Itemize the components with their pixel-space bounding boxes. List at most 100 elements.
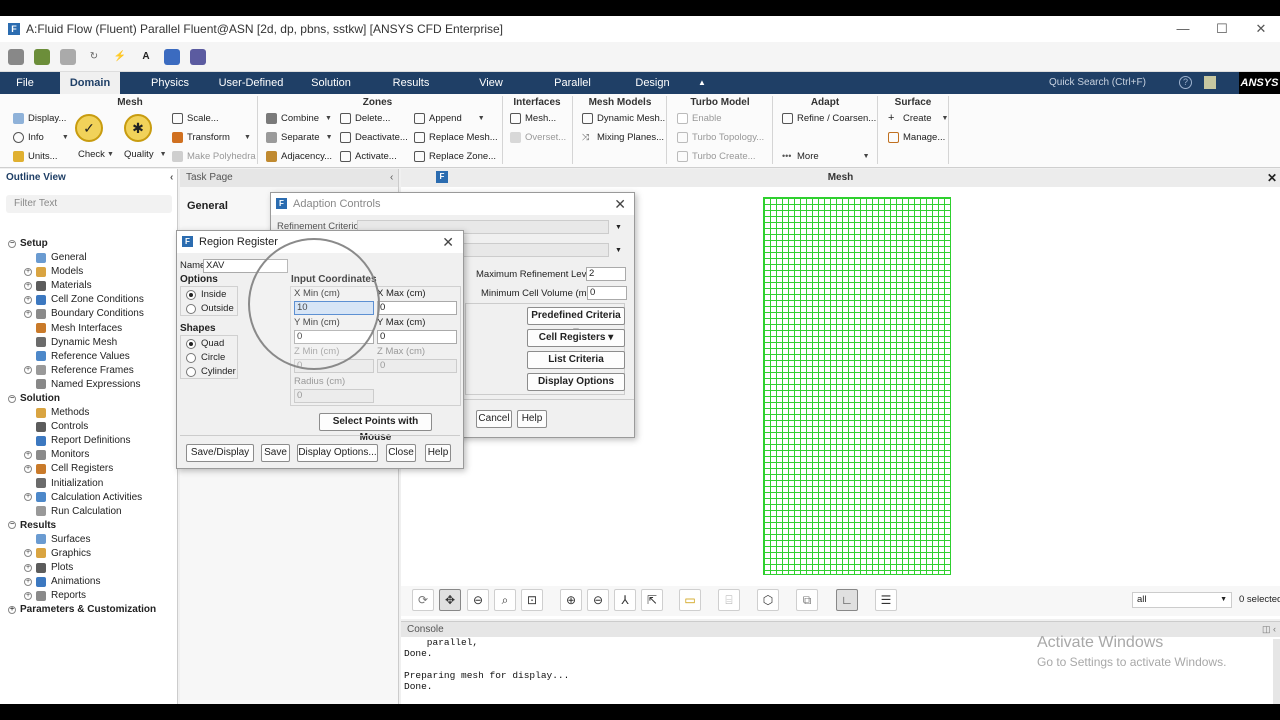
expand-icon[interactable]: + [24,464,32,473]
layout-icon[interactable] [164,49,180,65]
outline-item-graphics[interactable]: + Graphics [0,547,91,560]
save-display-button[interactable]: Save/Display [186,444,254,462]
display-options-button[interactable]: Display Options... [297,444,378,462]
outline-item-general[interactable]: General [0,251,87,264]
mesh-transform-button[interactable]: Transform ▼ [172,132,251,143]
save-case-icon[interactable] [34,49,50,65]
outline-item-parameters-customization[interactable]: + Parameters & Customization [0,603,156,616]
quality-icon[interactable]: ✱ [124,114,152,142]
zoom-in-icon[interactable]: ⊕ [560,589,582,611]
outline-item-reference-frames[interactable]: + Reference Frames [0,364,134,377]
dynamic-mesh-button[interactable]: Dynamic Mesh... [582,113,668,124]
help-icon[interactable]: ? [1179,76,1192,89]
replace-zone-button[interactable]: Replace Zone... [414,151,496,162]
deactivate-button[interactable]: Deactivate... [340,132,408,143]
mesh-grid[interactable] [763,197,951,575]
surface-create-button[interactable]: + Create ▼ [888,113,948,125]
outside-radio[interactable] [186,304,196,314]
max-refinement-level-input[interactable]: 2 [586,267,626,281]
mesh-display-button[interactable]: Display... [13,113,66,124]
outline-item-setup[interactable]: − Setup [0,237,48,250]
outline-item-reference-values[interactable]: Reference Values [0,350,130,363]
annotate-icon[interactable]: ☰ [875,589,897,611]
turbo-create-button[interactable]: Turbo Create... [677,151,756,162]
clip-icon[interactable]: ⌸ [718,589,740,611]
radius-input[interactable]: 0 [294,389,374,403]
menu-view[interactable]: View [468,72,514,94]
collapse-icon[interactable]: − [8,521,16,530]
replace-mesh-button[interactable]: Replace Mesh... [414,132,498,143]
collapse-panel-icon[interactable]: ‹ [170,169,173,187]
separate-button[interactable]: Separate ▼ [266,132,333,143]
reload-icon[interactable]: ↻ [86,49,102,65]
overset-button[interactable]: Overset... [510,132,566,143]
turbo-topology-button[interactable]: Turbo Topology... [677,132,764,143]
combine-button[interactable]: Combine ▼ [266,113,332,124]
axes-icon[interactable]: ⅄ [614,589,636,611]
outline-item-models[interactable]: + Models [0,265,83,278]
list-criteria-button[interactable]: List Criteria [527,351,625,369]
adjacency-button[interactable]: Adjacency... [266,151,332,162]
outline-item-monitors[interactable]: + Monitors [0,448,89,461]
help-button[interactable]: Help [517,410,547,428]
outline-item-solution[interactable]: − Solution [0,392,60,405]
selection-filter-select[interactable]: all ▼ [1132,592,1232,608]
save-data-icon[interactable] [60,49,76,65]
cancel-button[interactable]: Cancel [476,410,512,428]
mesh-units-button[interactable]: Units... [13,151,58,162]
close-graphics-icon[interactable]: ✕ [1267,169,1277,187]
expand-icon[interactable]: + [24,281,32,290]
menu-solution[interactable]: Solution [300,72,362,94]
workbench-icon[interactable] [190,49,206,65]
activate-button[interactable]: Activate... [340,151,397,162]
chevron-down-icon[interactable]: ▼ [615,247,622,254]
expand-icon[interactable]: + [24,563,32,572]
select-points-with-mouse-button[interactable]: Select Points with Mouse [319,413,432,443]
refine-coarsen-button[interactable]: Refine / Coarsen... [782,113,876,124]
expand-icon[interactable]: + [24,267,32,276]
outline-item-initialization[interactable]: Initialization [0,477,103,490]
collapse-task-page-icon[interactable]: ‹ [390,169,393,187]
min-cell-volume-input[interactable]: 0 [587,286,627,300]
check-icon[interactable]: ✓ [75,114,103,142]
menu-file[interactable]: File [0,72,50,94]
outline-item-dynamic-mesh[interactable]: Dynamic Mesh [0,336,117,349]
maximize-icon[interactable]: ☐ [1202,16,1242,42]
expand-icon[interactable]: + [24,577,32,586]
console-scrollbar[interactable] [1273,639,1280,704]
menu-design[interactable]: Design [625,72,680,94]
outline-item-results[interactable]: − Results [0,519,56,532]
open-icon[interactable] [8,49,24,65]
expand-icon[interactable]: + [24,493,32,502]
quad-radio[interactable] [186,339,196,349]
xmax-input[interactable]: 0 [377,301,457,315]
menu-physics[interactable]: Physics [140,72,200,94]
outline-item-run-calculation[interactable]: Run Calculation [0,505,122,518]
expand-icon[interactable]: + [24,295,32,304]
append-button[interactable]: Append ▼ [414,113,485,124]
menu-results[interactable]: Results [380,72,442,94]
save-button[interactable]: Save [261,444,290,462]
console-options-icon[interactable]: ◫ ‹ [1262,622,1276,637]
rotate-icon[interactable]: ⟳ [412,589,434,611]
expand-icon[interactable]: + [24,309,32,318]
close-button[interactable]: Close [386,444,416,462]
notes-icon[interactable] [1204,76,1216,89]
mesh-quality-button[interactable]: Quality ▼ [124,149,167,160]
zmin-input[interactable]: 0 [294,359,374,373]
menu-parallel[interactable]: Parallel [545,72,600,94]
help-button[interactable]: Help [425,444,451,462]
cell-registers-button[interactable]: Cell Registers ▾ [527,329,625,347]
surface-manage-button[interactable]: Manage... [888,132,945,143]
interfaces-mesh-button[interactable]: Mesh... [510,113,556,124]
zoom-out-icon[interactable]: ⊖ [587,589,609,611]
menu-domain[interactable]: Domain [60,72,120,94]
xmin-input[interactable]: 10 [294,301,374,315]
views-icon[interactable]: ⧉ [796,589,818,611]
expand-icon[interactable]: + [8,605,16,614]
outline-item-surfaces[interactable]: Surfaces [0,533,90,546]
outline-item-plots[interactable]: + Plots [0,561,73,574]
quick-search-input[interactable]: Quick Search (Ctrl+F) [1033,75,1155,91]
ymin-input[interactable]: 0 [294,330,374,344]
close-dialog-icon[interactable]: ✕ [614,193,626,215]
